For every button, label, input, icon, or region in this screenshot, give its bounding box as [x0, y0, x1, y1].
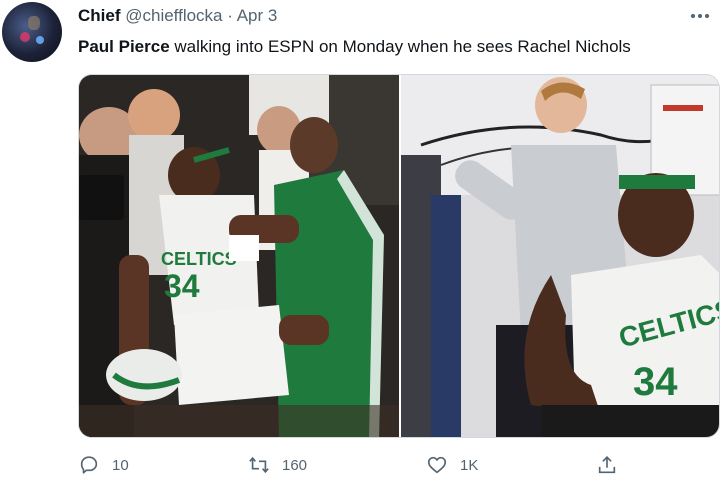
- avatar-light: [36, 36, 44, 44]
- photo-left-illustration: CELTICS 34: [79, 75, 399, 437]
- left-jersey-number: 34: [164, 268, 200, 304]
- tweet-text-rest: walking into ESPN on Monday when he sees…: [169, 37, 631, 56]
- like-action[interactable]: 1K: [426, 452, 478, 478]
- tweet-text: Paul Pierce walking into ESPN on Monday …: [78, 37, 631, 57]
- share-icon[interactable]: [596, 454, 618, 476]
- tweet-actions: 10 160 1K: [78, 452, 720, 478]
- separator: ·: [227, 6, 233, 25]
- more-icon[interactable]: [688, 10, 712, 22]
- display-name[interactable]: Chief: [78, 6, 121, 25]
- retweet-action[interactable]: 160: [248, 452, 307, 478]
- media-photo-right[interactable]: CELTICS 34: [401, 75, 719, 437]
- retweet-count: 160: [282, 456, 308, 474]
- right-jersey-number: 34: [633, 360, 678, 404]
- like-icon[interactable]: [426, 454, 448, 476]
- reply-action[interactable]: 10: [78, 452, 129, 478]
- avatar[interactable]: [2, 2, 62, 62]
- tweet-media[interactable]: CELTICS 34 CELTICS 34: [78, 74, 720, 438]
- tweet-text-bold: Paul Pierce: [78, 37, 170, 56]
- photo-right-illustration: CELTICS 34: [401, 75, 719, 437]
- tweet-header: Chief @chiefflocka · Apr 3: [78, 6, 277, 26]
- reply-icon[interactable]: [78, 454, 100, 476]
- avatar-shape: [28, 16, 40, 30]
- media-photo-left[interactable]: CELTICS 34: [79, 75, 399, 437]
- like-count: 1K: [460, 456, 479, 474]
- tweet-date[interactable]: Apr 3: [237, 6, 278, 25]
- retweet-icon[interactable]: [248, 454, 270, 476]
- share-action[interactable]: [596, 452, 630, 478]
- handle[interactable]: @chiefflocka: [125, 6, 222, 25]
- avatar-light: [20, 32, 30, 42]
- left-jersey-text: CELTICS: [161, 249, 237, 269]
- reply-count: 10: [112, 456, 129, 474]
